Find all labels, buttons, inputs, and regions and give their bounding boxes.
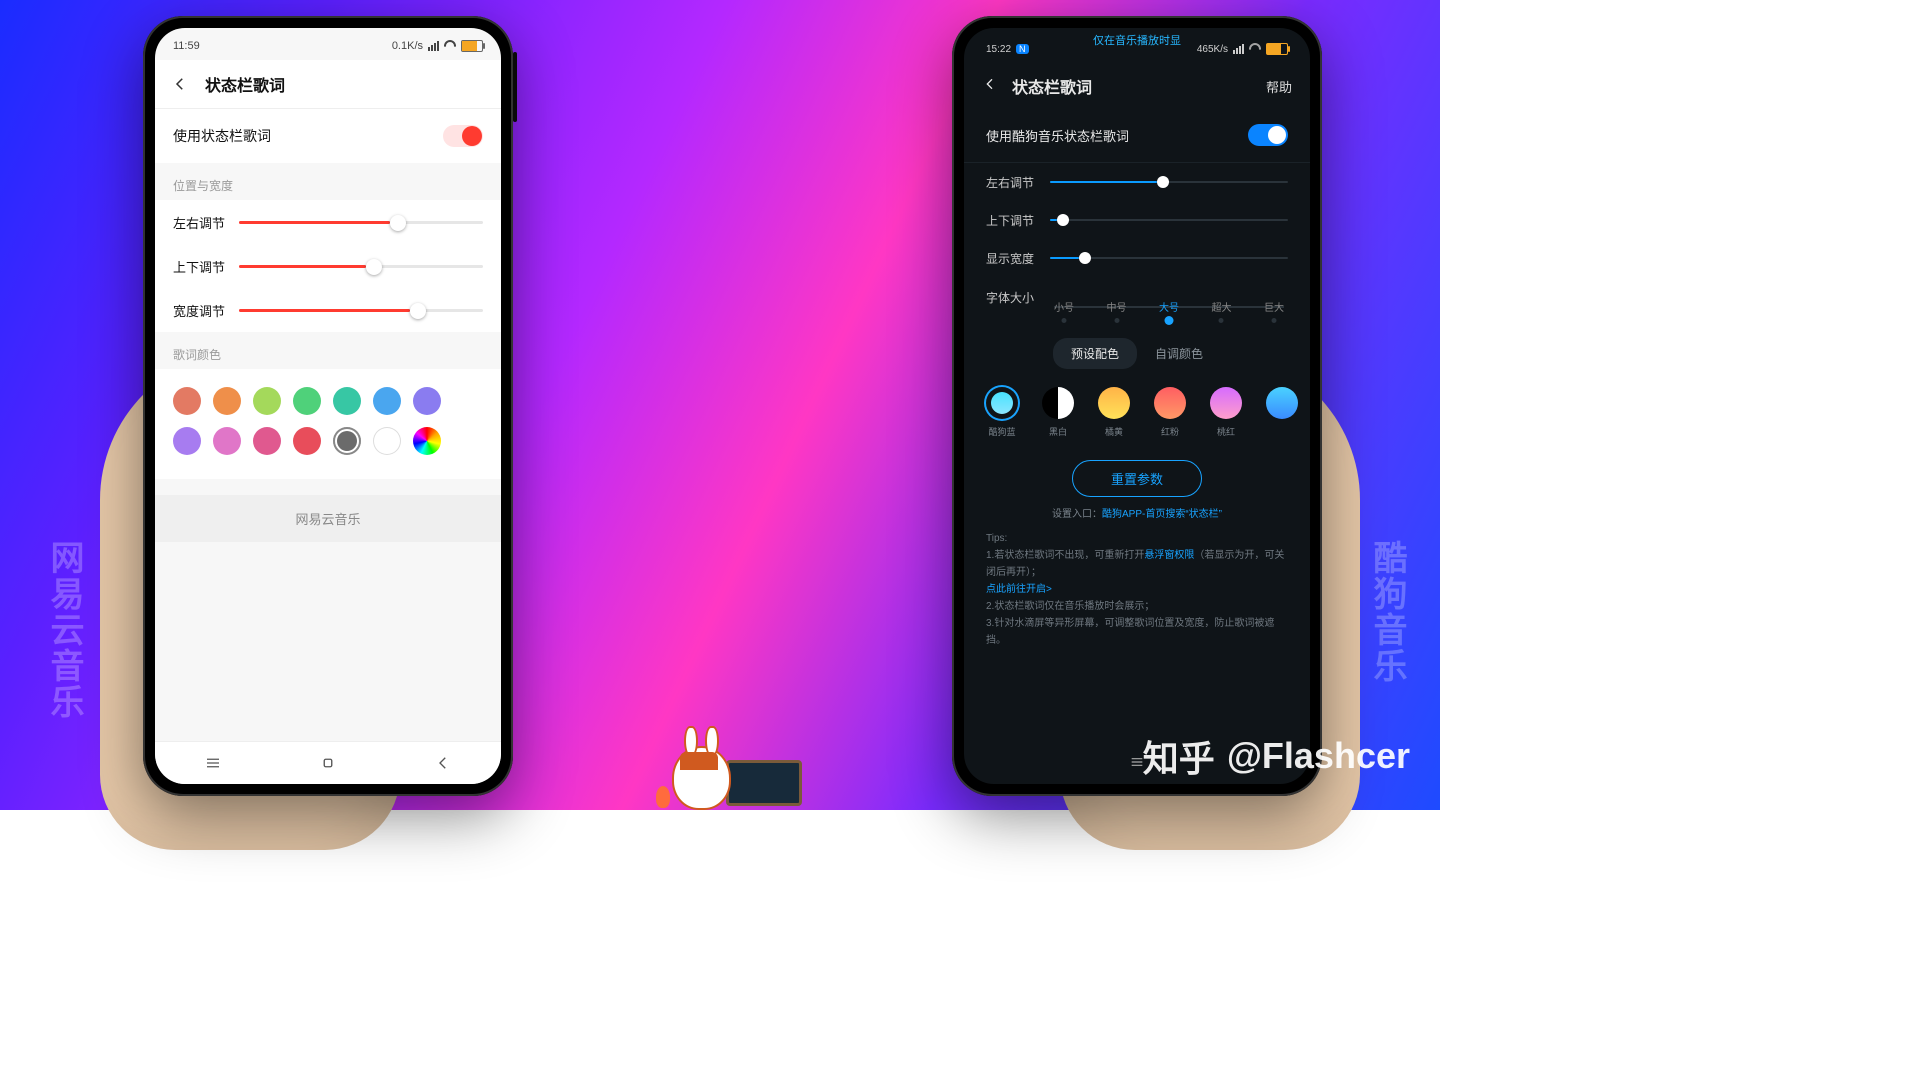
font-step[interactable]: 中号 <box>1103 299 1131 314</box>
header: 状态栏歌词 帮助 <box>964 64 1310 108</box>
color-mode-tabs: 预设配色 自调颜色 <box>986 338 1288 369</box>
open-permission-link[interactable]: 点此前往开启> <box>986 584 1052 595</box>
preset-color[interactable]: 酷狗蓝 <box>986 387 1018 438</box>
color-swatch[interactable] <box>293 387 321 415</box>
slider-w-label: 显示宽度 <box>986 250 1034 267</box>
tips-block: Tips: 1.若状态栏歌词不出现，可重新打开悬浮窗权限（若显示为开，可关闭后再… <box>964 520 1310 659</box>
back-icon[interactable] <box>171 75 189 93</box>
zhihu-logo: 知乎 <box>1143 730 1215 782</box>
font-size-stepper[interactable]: 小号 中号 大号 超大 巨大 <box>1050 281 1288 314</box>
font-size-label: 字体大小 <box>986 289 1034 306</box>
status-time: 15:22 <box>986 44 1011 55</box>
preset-color[interactable]: 橘黄 <box>1098 387 1130 438</box>
color-swatch[interactable] <box>253 387 281 415</box>
color-swatch-selected[interactable] <box>333 427 361 455</box>
status-bar: 11:59 0.1K/s <box>155 28 501 60</box>
slider-h-label: 左右调节 <box>173 213 225 232</box>
toggle-label: 使用状态栏歌词 <box>173 126 271 146</box>
color-swatch[interactable] <box>373 387 401 415</box>
status-net-speed: 465K/s <box>1197 44 1228 55</box>
android-nav-bar <box>155 741 501 784</box>
preset-color[interactable]: 红粉 <box>1154 387 1186 438</box>
status-bar: 15:22 N 仅在音乐播放时显 465K/s <box>964 28 1310 64</box>
slider-horizontal[interactable] <box>239 212 483 232</box>
toggle-row: 使用状态栏歌词 <box>155 109 501 163</box>
color-swatch[interactable] <box>213 387 241 415</box>
wifi-icon <box>444 40 456 52</box>
help-link[interactable]: 帮助 <box>1266 77 1292 96</box>
font-step[interactable]: 大号 <box>1155 299 1183 314</box>
phone-kugou: 15:22 N 仅在音乐播放时显 465K/s 状态栏歌词 帮助 使用酷狗音乐状态… <box>952 16 1322 796</box>
color-swatches <box>155 369 501 479</box>
color-swatch[interactable] <box>173 387 201 415</box>
overlay-permission-link[interactable]: 悬浮窗权限 <box>1144 550 1194 561</box>
reset-button[interactable]: 重置参数 <box>1072 460 1202 497</box>
nav-menu-icon[interactable] <box>204 754 222 772</box>
slider-vertical[interactable] <box>239 256 483 276</box>
section-position: 位置与宽度 <box>155 163 501 200</box>
preset-color[interactable]: 桃红 <box>1210 387 1242 438</box>
mascot-bunny <box>662 740 802 810</box>
font-step[interactable]: 小号 <box>1050 299 1078 314</box>
watermark-handle: @Flashcer <box>1227 735 1410 777</box>
slider-v-label: 上下调节 <box>173 257 225 276</box>
color-swatch-custom[interactable] <box>413 427 441 455</box>
color-swatch-white[interactable] <box>373 427 401 455</box>
nav-back-icon[interactable] <box>434 754 452 772</box>
signal-icon <box>428 41 439 51</box>
slider-v-label: 上下调节 <box>986 212 1034 229</box>
slider-h-label: 左右调节 <box>986 174 1034 191</box>
slider-w-label: 宽度调节 <box>173 301 225 320</box>
entry-link[interactable]: 酷狗APP-首页搜索“状态栏” <box>1102 509 1222 520</box>
nav-home-icon[interactable] <box>319 754 337 772</box>
slider-width[interactable] <box>239 300 483 320</box>
status-net-speed: 0.1K/s <box>392 40 423 52</box>
section-color: 歌词颜色 <box>155 332 501 369</box>
status-time: 11:59 <box>173 40 200 52</box>
watermark: 知乎 @Flashcer <box>1143 730 1410 782</box>
color-swatch[interactable] <box>173 427 201 455</box>
color-swatch[interactable] <box>413 387 441 415</box>
color-swatch[interactable] <box>293 427 321 455</box>
statusbar-lyrics-toggle[interactable] <box>1248 124 1288 146</box>
color-swatch[interactable] <box>253 427 281 455</box>
back-icon[interactable] <box>982 76 998 97</box>
tab-preset[interactable]: 预设配色 <box>1053 338 1137 369</box>
color-swatch[interactable] <box>213 427 241 455</box>
status-marquee: 仅在音乐播放时显 <box>1093 32 1181 48</box>
signal-icon <box>1233 44 1244 54</box>
battery-icon <box>1266 43 1288 55</box>
preset-color[interactable] <box>1266 387 1298 438</box>
slider-vertical[interactable] <box>1050 211 1288 229</box>
page-title: 状态栏歌词 <box>205 72 285 96</box>
font-step[interactable]: 巨大 <box>1260 299 1288 314</box>
page-title: 状态栏歌词 <box>1012 74 1252 98</box>
preset-color[interactable]: 黑白 <box>1042 387 1074 438</box>
color-swatch[interactable] <box>333 387 361 415</box>
status-pill-icon: N <box>1016 44 1029 54</box>
slider-horizontal[interactable] <box>1050 173 1288 191</box>
toggle-label: 使用酷狗音乐状态栏歌词 <box>986 126 1129 145</box>
font-step[interactable]: 超大 <box>1207 299 1235 314</box>
wifi-icon <box>1249 43 1261 55</box>
header: 状态栏歌词 <box>155 60 501 109</box>
preset-colors: 酷狗蓝黑白橘黄红粉桃红 <box>964 379 1310 442</box>
battery-icon <box>461 40 483 52</box>
entry-hint: 设置入口：酷狗APP-首页搜索“状态栏” <box>964 505 1310 520</box>
phone-netease: 11:59 0.1K/s 状态栏歌词 使用状态栏歌词 位置与宽度 <box>143 16 513 796</box>
slider-width[interactable] <box>1050 249 1288 267</box>
statusbar-lyrics-toggle[interactable] <box>443 125 483 147</box>
app-footer-label: 网易云音乐 <box>155 495 501 542</box>
tab-custom[interactable]: 自调颜色 <box>1137 338 1221 369</box>
